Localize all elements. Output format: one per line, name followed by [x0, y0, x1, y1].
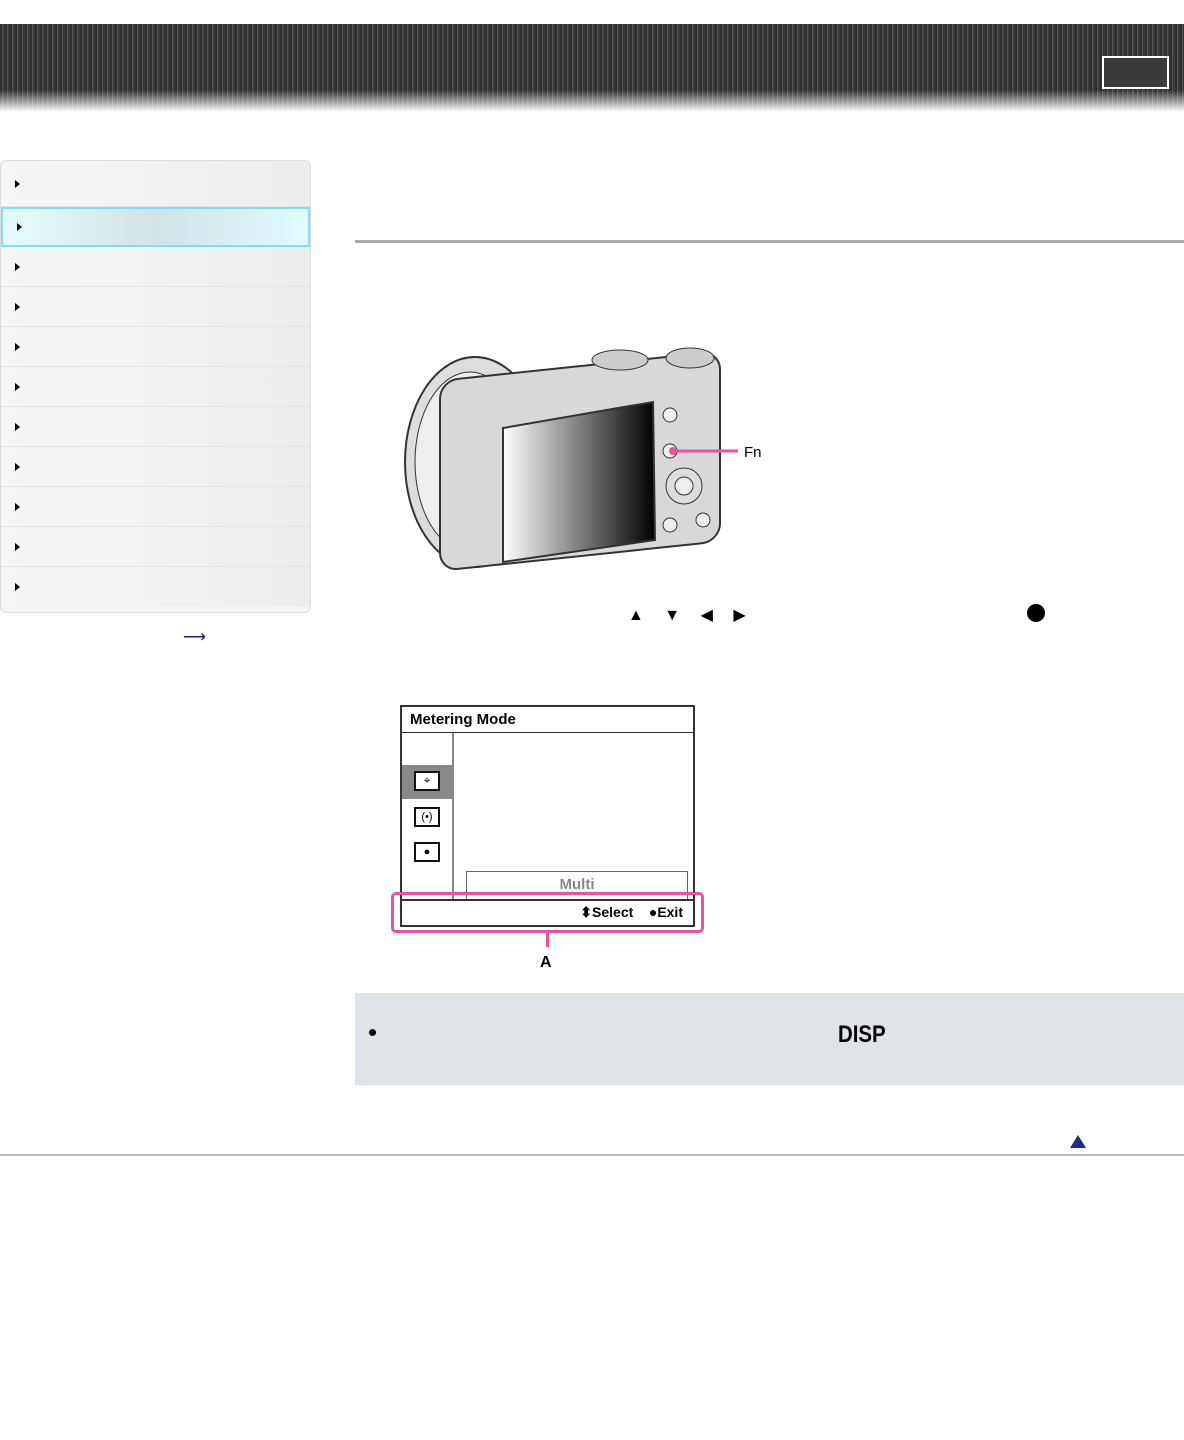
- sidebar-item[interactable]: [1, 161, 310, 207]
- callout-label: A: [540, 954, 552, 971]
- sidebar-item[interactable]: [1, 367, 310, 407]
- triangle-right-icon: [15, 583, 20, 591]
- multi-metering-icon: ⌖: [414, 771, 440, 791]
- callout-highlight: [391, 892, 704, 933]
- callout-line: [546, 933, 549, 947]
- disp-button-label: DISP: [838, 1021, 886, 1048]
- triangle-right-icon: [15, 262, 20, 271]
- bullet-icon: [369, 1029, 376, 1036]
- triangle-right-icon: [15, 382, 20, 391]
- triangle-right-icon: [15, 179, 20, 188]
- sidebar-item[interactable]: [1, 487, 310, 527]
- center-metering-icon: (•): [414, 807, 440, 827]
- sidebar-item[interactable]: [1, 287, 310, 327]
- triangle-right-icon: [15, 422, 20, 431]
- camera-illustration: Fn: [404, 347, 762, 571]
- header-button[interactable]: [1102, 56, 1169, 89]
- spot-metering-icon: ●: [414, 842, 440, 862]
- triangle-right-icon: [15, 502, 20, 511]
- sidebar-item[interactable]: [1, 407, 310, 447]
- fn-callout: Fn: [744, 444, 762, 461]
- sidebar-item[interactable]: [1, 567, 310, 607]
- triangle-right-icon: [15, 342, 20, 351]
- direction-arrows: ▲ ▼ ◀ ▶: [628, 607, 746, 624]
- mode-icon-column: ⌖ (•) ●: [402, 733, 454, 901]
- triangle-right-icon: [15, 542, 20, 551]
- header-banner: [0, 24, 1184, 112]
- sidebar-item[interactable]: [1, 327, 310, 367]
- sidebar-nav: [0, 160, 311, 613]
- sidebar-item[interactable]: [1, 447, 310, 487]
- sidebar-item[interactable]: [1, 527, 310, 567]
- triangle-right-icon: [15, 302, 20, 311]
- triangle-right-icon: [15, 462, 20, 471]
- sidebar-item-active[interactable]: [1, 207, 310, 247]
- note-box: DISP: [355, 993, 1184, 1085]
- center-button-icon: [1027, 604, 1045, 622]
- triangle-right-icon: [17, 223, 22, 231]
- screen-title: Metering Mode: [402, 707, 693, 733]
- back-to-top-icon[interactable]: [1070, 1135, 1086, 1148]
- footer-divider: [0, 1154, 1184, 1156]
- sidebar-item[interactable]: [1, 247, 310, 287]
- arrow-right-icon[interactable]: ⟶: [183, 627, 206, 647]
- title-divider: [355, 240, 1184, 243]
